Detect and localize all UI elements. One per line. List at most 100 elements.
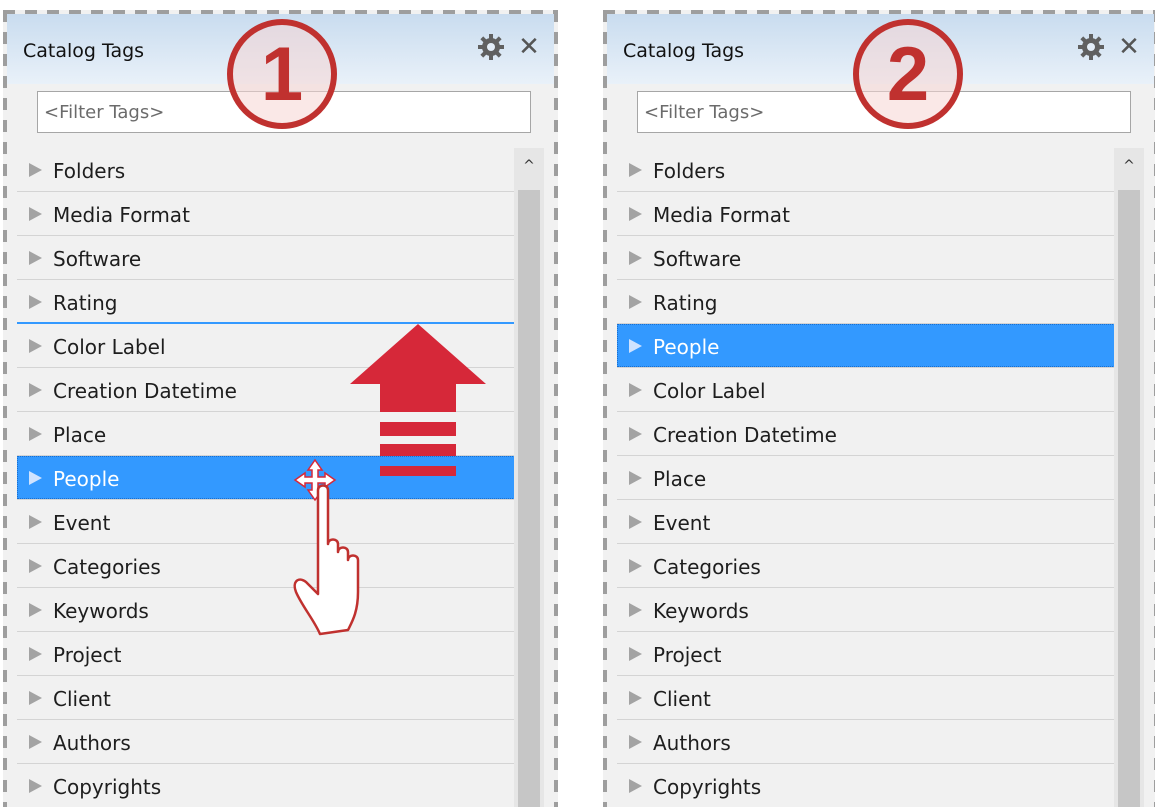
- triangle-right-icon[interactable]: [29, 427, 42, 441]
- triangle-right-icon[interactable]: [29, 691, 42, 705]
- step-number: 2: [887, 32, 929, 117]
- triangle-right-icon[interactable]: [629, 647, 642, 661]
- tree-item-label: Software: [53, 247, 142, 271]
- tree-item-folders[interactable]: Folders: [17, 148, 523, 192]
- tree-item-label: Authors: [53, 731, 131, 755]
- tree-item-client[interactable]: Client: [17, 676, 523, 720]
- triangle-right-icon[interactable]: [29, 295, 42, 309]
- triangle-right-icon[interactable]: [29, 735, 42, 749]
- tag-tree-list: Folders Media Format Software Rating Peo…: [617, 148, 1123, 807]
- tree-item-label: People: [53, 467, 120, 491]
- step-badge-2: 2: [853, 19, 963, 129]
- tree-item-label: Categories: [653, 555, 761, 579]
- tree-item-label: Categories: [53, 555, 161, 579]
- tree-item-color-label[interactable]: Color Label: [617, 368, 1123, 412]
- tree-item-authors[interactable]: Authors: [17, 720, 523, 764]
- vertical-scrollbar[interactable]: ^: [514, 148, 544, 807]
- triangle-right-icon[interactable]: [629, 735, 642, 749]
- triangle-right-icon[interactable]: [29, 647, 42, 661]
- panel-title: Catalog Tags: [623, 40, 745, 62]
- tree-item-event[interactable]: Event: [617, 500, 1123, 544]
- triangle-right-icon[interactable]: [629, 251, 642, 265]
- triangle-right-icon[interactable]: [29, 779, 42, 793]
- tree-item-label: Keywords: [53, 599, 149, 623]
- tree-item-label: Software: [653, 247, 742, 271]
- hand-pointer-icon: [293, 484, 360, 636]
- gear-icon[interactable]: [476, 32, 506, 62]
- triangle-right-icon[interactable]: [29, 471, 42, 485]
- vertical-scrollbar[interactable]: ^: [1114, 148, 1144, 807]
- tree-item-software[interactable]: Software: [617, 236, 1123, 280]
- tree-item-client[interactable]: Client: [617, 676, 1123, 720]
- tree-item-media-format[interactable]: Media Format: [17, 192, 523, 236]
- tree-item-label: People: [653, 335, 720, 359]
- triangle-right-icon[interactable]: [629, 295, 642, 309]
- tree-item-place[interactable]: Place: [617, 456, 1123, 500]
- triangle-right-icon[interactable]: [629, 559, 642, 573]
- tree-item-copyrights[interactable]: Copyrights: [617, 764, 1123, 807]
- panel-border: [3, 10, 7, 807]
- tree-item-authors[interactable]: Authors: [617, 720, 1123, 764]
- tree-item-label: Media Format: [653, 203, 790, 227]
- triangle-right-icon[interactable]: [629, 163, 642, 177]
- triangle-right-icon[interactable]: [29, 559, 42, 573]
- triangle-right-icon[interactable]: [629, 779, 642, 793]
- tree-item-label: Color Label: [653, 379, 766, 403]
- triangle-right-icon[interactable]: [629, 691, 642, 705]
- tree-item-folders[interactable]: Folders: [617, 148, 1123, 192]
- triangle-right-icon[interactable]: [629, 427, 642, 441]
- tree-item-event[interactable]: Event: [17, 500, 523, 544]
- tree-item-keywords[interactable]: Keywords: [617, 588, 1123, 632]
- chevron-up-icon[interactable]: ^: [514, 148, 544, 190]
- scrollbar-thumb[interactable]: [518, 190, 540, 807]
- triangle-right-icon[interactable]: [29, 383, 42, 397]
- tree-item-label: Keywords: [653, 599, 749, 623]
- tree-item-people[interactable]: People: [617, 324, 1123, 368]
- arrow-up-icon: [350, 324, 486, 476]
- tree-item-project[interactable]: Project: [17, 632, 523, 676]
- triangle-right-icon[interactable]: [29, 603, 42, 617]
- triangle-right-icon[interactable]: [629, 603, 642, 617]
- tree-item-copyrights[interactable]: Copyrights: [17, 764, 523, 807]
- chevron-up-icon[interactable]: ^: [1114, 148, 1144, 190]
- tree-item-label: Color Label: [53, 335, 166, 359]
- tree-item-label: Client: [53, 687, 111, 711]
- tree-item-media-format[interactable]: Media Format: [617, 192, 1123, 236]
- tree-item-rating[interactable]: Rating: [617, 280, 1123, 324]
- triangle-right-icon[interactable]: [29, 251, 42, 265]
- triangle-right-icon[interactable]: [629, 515, 642, 529]
- tree-item-creation-datetime[interactable]: Creation Datetime: [617, 412, 1123, 456]
- close-icon[interactable]: ✕: [1116, 32, 1142, 62]
- tree-item-label: Authors: [653, 731, 731, 755]
- triangle-right-icon[interactable]: [29, 163, 42, 177]
- tree-item-software[interactable]: Software: [17, 236, 523, 280]
- close-icon[interactable]: ✕: [516, 32, 542, 62]
- tree-item-label: Project: [653, 643, 722, 667]
- tree-item-project[interactable]: Project: [617, 632, 1123, 676]
- tree-item-label: Rating: [53, 291, 118, 315]
- panel-border: [603, 10, 607, 807]
- tree-item-label: Creation Datetime: [653, 423, 837, 447]
- tree-item-keywords[interactable]: Keywords: [17, 588, 523, 632]
- triangle-right-icon[interactable]: [629, 339, 642, 353]
- tree-item-label: Event: [53, 511, 111, 535]
- tree-item-rating[interactable]: Rating: [17, 280, 523, 324]
- triangle-right-icon[interactable]: [29, 515, 42, 529]
- triangle-right-icon[interactable]: [629, 207, 642, 221]
- triangle-right-icon[interactable]: [29, 339, 42, 353]
- gear-icon[interactable]: [1076, 32, 1106, 62]
- tree-item-label: Media Format: [53, 203, 190, 227]
- step-number: 1: [261, 32, 303, 117]
- tree-item-label: Place: [53, 423, 107, 447]
- tree-item-label: Copyrights: [653, 775, 762, 799]
- tree-item-categories[interactable]: Categories: [17, 544, 523, 588]
- triangle-right-icon[interactable]: [629, 471, 642, 485]
- tree-item-categories[interactable]: Categories: [617, 544, 1123, 588]
- scrollbar-thumb[interactable]: [1118, 190, 1140, 807]
- tree-item-label: Client: [653, 687, 711, 711]
- triangle-right-icon[interactable]: [29, 207, 42, 221]
- triangle-right-icon[interactable]: [629, 383, 642, 397]
- tree-item-label: Event: [653, 511, 711, 535]
- tree-item-label: Place: [653, 467, 707, 491]
- tree-item-label: Folders: [53, 159, 126, 183]
